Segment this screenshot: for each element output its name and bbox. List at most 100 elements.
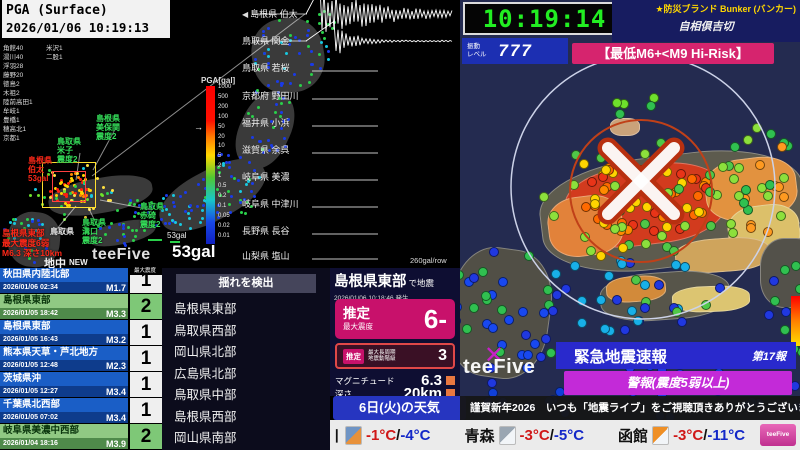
weather-icon — [652, 426, 669, 445]
weather-icon — [345, 426, 362, 445]
quake-time: 2026/01/04 18:16 — [3, 440, 58, 447]
eew-report-number: 第17報 — [752, 348, 786, 364]
quake-history-main: 島根県東部 2026/01/05 18:42 M3.3 — [0, 294, 128, 319]
quake-time: 2026/01/05 12:27 — [3, 388, 58, 395]
weather-city-partial: 川 — [333, 425, 341, 446]
weather-entries: 川-1°C/-4°C青森-3°C/-5°C函館-3°C/-11°C — [330, 425, 745, 446]
quake-intensity-badge: 1 — [128, 398, 162, 423]
quake-time: 2026/01/05 18:42 — [3, 310, 58, 317]
quake-magnitude: M2.3 — [106, 361, 126, 371]
eew-banner: 緊急地震速報 第17報 — [556, 342, 796, 369]
vibration-label: 振動レベル — [467, 43, 487, 59]
weather-day-label: 6日(火)の天気 — [333, 396, 466, 420]
estimate-label: 推定 — [343, 306, 373, 321]
ltgm-label: 最大長周期地震動階級 — [368, 350, 396, 363]
weather-low-temp: -5°C — [554, 427, 584, 444]
long-period-ground-motion-box: 推定 最大長周期地震動階級 3 — [335, 343, 455, 369]
watermark-left: teeFive — [92, 246, 151, 264]
quake-place: 熊本県天草・芦北地方 — [0, 346, 128, 360]
max-gal-readout: 53gal — [172, 242, 215, 262]
quake-magnitude: M3.3 — [106, 309, 126, 319]
quake-time: 2026/01/05 16:43 — [3, 336, 58, 343]
quake-sub: 2026/01/06 02:34 M1.7 — [0, 282, 128, 293]
weather-high-temp: -3°C — [520, 427, 550, 444]
weather-entry: 川-1°C/-4°C — [333, 425, 431, 446]
epicenter-x-icon — [608, 148, 674, 214]
eew-regional-map-panel: 10:19:14 振動レベル 777 ★防災ブランド Bunker (バンカー)… — [460, 0, 800, 450]
quake-intensity-badge: 2 — [128, 294, 162, 319]
quake-time: 2026/01/06 02:34 — [3, 284, 58, 291]
row-scale-note: 260gal/row — [410, 256, 447, 265]
vibration-value: 777 — [499, 41, 533, 61]
quake-sub: 2026/01/05 12:48 M2.3 — [0, 360, 128, 371]
quake-history-main: 熊本県天草・芦北地方 2026/01/05 12:48 M2.3 — [0, 346, 128, 371]
quake-magnitude: M1.7 — [106, 283, 126, 293]
sponsor-scroll-text: 自相俱吉切 — [616, 18, 796, 34]
greeting-ticker: 謹賀新年2026 いつも「地震ライブ」をご視聴頂きありがとうございます! — [460, 396, 800, 420]
weather-city: 函館 — [618, 425, 648, 446]
quake-place: 千葉県北西部 — [0, 398, 128, 412]
quake-place: 茨城県沖 — [0, 372, 128, 386]
weather-entry: 青森-3°C/-5°C — [465, 425, 585, 446]
digital-clock: 10:19:14 — [463, 2, 626, 35]
quake-intensity-badge: 1 — [128, 346, 162, 371]
mini-waveform-dash — [148, 239, 162, 241]
seismograph-waveforms — [0, 0, 460, 268]
mini-colorbar — [791, 296, 800, 346]
quake-sub: 2026/01/05 12:27 M3.4 — [0, 386, 128, 397]
magnitude-marker — [446, 376, 455, 385]
detection-area: 島根県東部 — [174, 298, 237, 317]
quake-history-row: 岐阜県美濃中西部2026/01/04 18:16M3.92 — [0, 424, 162, 450]
quake-magnitude: M3.4 — [106, 387, 126, 397]
risk-banner: 【最低M6+<M9 Hi-Risk】 — [572, 43, 774, 64]
detection-area: 広島県北部 — [174, 363, 237, 382]
quake-history-row: 島根県東部 2026/01/05 16:43 M3.21 — [0, 320, 162, 346]
teefive-logo: teeFive — [760, 424, 796, 446]
quake-sub: 2026/01/05 18:42 M3.3 — [0, 308, 128, 319]
weather-entry: 函館-3°C/-11°C — [618, 425, 745, 446]
detection-area: 岡山県南部 — [174, 427, 237, 446]
sponsor-brand-line: ★防災ブランド Bunker (バンカー) — [616, 2, 796, 15]
earthquake-monitor-stream: 島根県 美保関 震度2鳥取県 米子 震度2鳥取県 赤碕 震度2鳥取県 溝口 震度… — [0, 0, 800, 450]
max-intensity-column-header: 最大震度 — [128, 267, 162, 275]
quake-history-row: 茨城県沖2026/01/05 12:27M3.41 — [0, 372, 162, 398]
shake-detection-panel: 揺れを検出 島根県東部鳥取県西部岡山県北部広島県北部鳥取県中部島根県西部岡山県南… — [162, 268, 330, 450]
mini-waveform-dash — [170, 241, 180, 243]
quake-place: 島根県東部 — [0, 294, 128, 308]
quake-place: 岐阜県美濃中西部 — [0, 424, 128, 438]
eew-warning-banner: 警報(震度5弱以上) — [564, 371, 792, 395]
quake-magnitude: M3.4 — [106, 413, 126, 423]
quake-history-main: 千葉県北西部 2026/01/05 07:02 M3.4 — [0, 398, 128, 423]
detection-area: 岡山県北部 — [174, 341, 237, 360]
quake-place: 島根県東部 — [0, 320, 128, 334]
eew-title: 緊急地震速報 — [574, 345, 667, 367]
detection-area: 鳥取県西部 — [174, 320, 237, 339]
ltgm-estimate-chip: 推定 — [343, 349, 364, 364]
quake-history-main: 秋田県内陸北部 2026/01/06 02:34 M1.7 — [0, 268, 128, 293]
quake-place: 秋田県内陸北部 — [0, 268, 128, 282]
max-intensity-label: 最大震度 — [343, 321, 373, 332]
sponsor-banner: ★防災ブランド Bunker (バンカー) 自相俱吉切 — [612, 0, 800, 42]
detection-area: 鳥取県中部 — [174, 384, 237, 403]
quake-intensity-badge: 2 — [128, 424, 162, 449]
quake-magnitude: M3.2 — [106, 335, 126, 345]
estimated-intensity-box: 推定 最大震度 6- — [335, 299, 455, 339]
quake-sub: 2026/01/05 16:43 M3.2 — [0, 334, 128, 345]
shake-detection-header: 揺れを検出 — [176, 274, 316, 293]
quake-region-title: 島根県東部で地震 — [334, 270, 456, 291]
quake-history-row: 島根県東部 2026/01/05 18:42 M3.32 — [0, 294, 162, 320]
quake-sub: 2026/01/05 07:02 M3.4 — [0, 412, 128, 423]
quake-history-main: 島根県東部 2026/01/05 16:43 M3.2 — [0, 320, 128, 345]
quake-history-list: 秋田県内陸北部2026/01/06 02:34M1.71島根県東部2026/01… — [0, 268, 162, 450]
quake-sub: 2026/01/04 18:16M3.9 — [0, 438, 128, 449]
quake-intensity-badge: 1 — [128, 320, 162, 345]
underground-toggle[interactable]: 地中NEW — [44, 255, 88, 268]
quake-time: 2026/01/05 07:02 — [3, 414, 58, 421]
max-gal-small: 53gal — [167, 231, 187, 240]
quake-time: 2026/01/05 12:48 — [3, 362, 58, 369]
weather-high-temp: -3°C — [673, 427, 703, 444]
weather-city: 青森 — [465, 425, 495, 446]
detection-area: 島根県西部 — [174, 406, 237, 425]
new-badge: NEW — [69, 258, 88, 267]
clock-time: 10:19:14 — [483, 5, 607, 33]
